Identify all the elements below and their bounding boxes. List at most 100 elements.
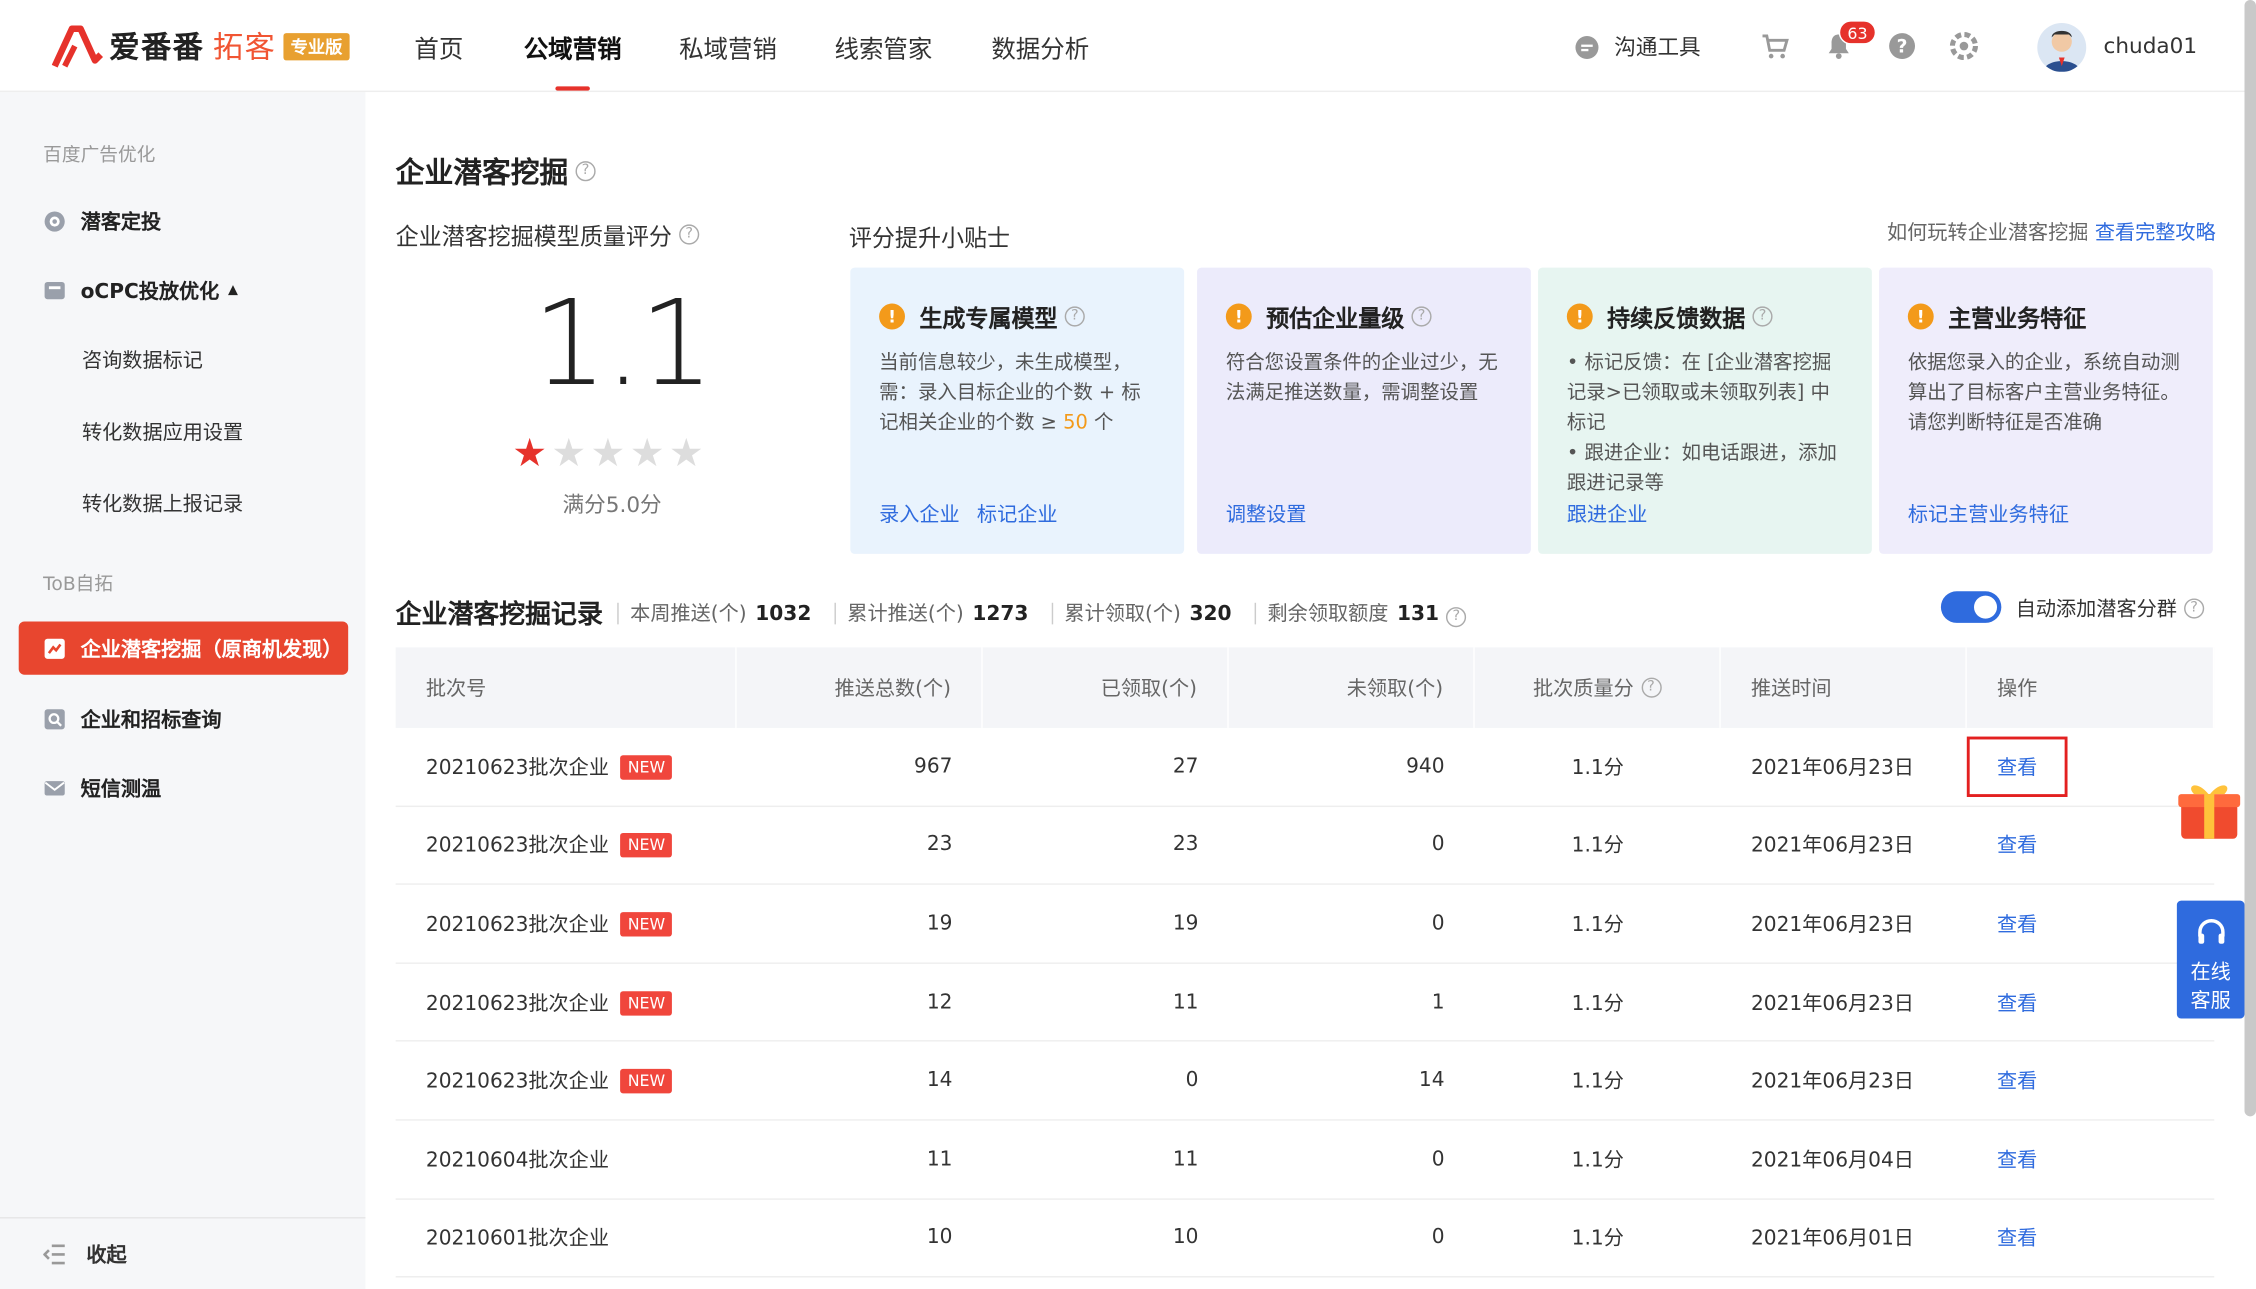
cell-total: 11 — [926, 1147, 953, 1171]
help-circle-icon[interactable]: ? — [679, 224, 700, 245]
cell-unclaimed: 0 — [1431, 1147, 1445, 1171]
help-circle-icon[interactable]: ? — [1446, 607, 1467, 628]
mark-business-feature-link[interactable]: 标记主营业务特征 — [1908, 504, 2069, 527]
help-icon[interactable]: ? — [1888, 32, 1917, 61]
settings-gear-icon[interactable] — [1949, 32, 1979, 61]
sidebar-item-enterprise-query[interactable]: 企业和招标查询 — [43, 705, 222, 734]
batch-name: 20210623批次企业 — [425, 913, 609, 937]
cell-time: 2021年06月23日 — [1750, 834, 1914, 858]
brand-sub: 拓客 — [212, 30, 277, 65]
cell-time: 2021年06月01日 — [1750, 1227, 1914, 1251]
cart-icon[interactable] — [1761, 32, 1790, 61]
main-content: 企业潜客挖掘 ? 企业潜客挖掘模型质量评分 ? 1.1 ★ ★ ★ ★ ★ 满分5.0分… — [365, 92, 2245, 1289]
enter-company-link[interactable]: 录入企业 — [879, 504, 960, 527]
avatar-person-icon — [2043, 30, 2081, 72]
sidebar-item-label: 潜客定投 — [80, 211, 162, 235]
sidebar-sub-consult-mark[interactable]: 咨询数据标记 — [82, 345, 203, 374]
cell-batch: 20210623批次企业 NEW — [396, 909, 737, 938]
page-title: 企业潜客挖掘 ? — [396, 150, 596, 192]
table-row: 20210623批次企业 NEW 967 27 940 1.1分 2021年06月23日 查看 — [395, 728, 2215, 807]
communication-tools[interactable]: 沟通工具 — [1574, 32, 1701, 62]
star-empty-icon: ★ — [629, 431, 665, 477]
help-circle-icon[interactable]: ? — [1411, 306, 1432, 327]
follow-company-link[interactable]: 跟进企业 — [1567, 504, 1648, 527]
sidebar-item-sms-test[interactable]: 短信测温 — [43, 774, 161, 803]
view-link[interactable]: 查看 — [1997, 913, 2037, 936]
cell-quality: 1.1分 — [1571, 913, 1624, 937]
cell-quality: 1.1分 — [1571, 992, 1624, 1016]
tip-card-header: ! 预估企业量级 ? — [1225, 299, 1502, 334]
table-row: 20210623批次企业 NEW 23 23 0 1.1分 2021年06月23日 查看 — [395, 806, 2215, 886]
brand-name: 爱番番 — [109, 30, 205, 65]
star-rating: ★ ★ ★ ★ ★ — [512, 434, 708, 473]
nav-lead-manager[interactable]: 线索管家 — [834, 29, 932, 65]
help-circle-icon[interactable]: ? — [1064, 306, 1085, 327]
help-circle-icon[interactable]: ? — [1752, 306, 1773, 327]
cell-time: 2021年06月04日 — [1750, 1149, 1914, 1173]
sidebar-item-lead-mining[interactable]: 企业潜客挖掘（原商机发现） — [18, 621, 349, 675]
view-link[interactable]: 查看 — [1997, 1071, 2037, 1094]
nav-private-marketing[interactable]: 私域营销 — [679, 29, 777, 65]
warning-icon: ! — [1566, 303, 1593, 330]
guide-link[interactable]: 查看完整攻略 — [2095, 222, 2216, 245]
auto-group-toggle[interactable] — [1940, 591, 2002, 623]
col-claimed: 已领取(个) — [983, 647, 1229, 728]
tip-card-title: 生成专属模型 — [919, 304, 1058, 333]
adjust-settings-link[interactable]: 调整设置 — [1226, 504, 1307, 527]
brand-logo-mark-icon — [51, 25, 104, 68]
cell-total: 967 — [914, 754, 953, 778]
user-avatar[interactable] — [2037, 23, 2087, 72]
cell-time: 2021年06月23日 — [1750, 913, 1914, 937]
nav-data-analysis[interactable]: 数据分析 — [991, 29, 1089, 65]
tip-card-title: 预估企业量级 — [1266, 304, 1405, 333]
mark-company-link[interactable]: 标记企业 — [977, 504, 1058, 527]
online-service-button[interactable]: 在线 客服 — [2176, 900, 2245, 1019]
sidebar-sub-conversion-settings[interactable]: 转化数据应用设置 — [82, 417, 243, 446]
gift-icon[interactable] — [2177, 777, 2242, 842]
table-row: 20210604批次企业 11 11 0 1.1分 2021年06月04日 查看 — [395, 1121, 2215, 1200]
guide-hint: 如何玩转企业潜客挖掘 查看完整攻略 — [1887, 217, 2216, 246]
cell-action: 查看 — [1967, 1223, 2214, 1252]
star-filled-icon: ★ — [512, 431, 548, 477]
stat-value: 131 — [1397, 602, 1440, 626]
view-link[interactable]: 查看 — [1997, 1228, 2037, 1251]
view-link[interactable]: 查看 — [1997, 1149, 2037, 1172]
tip-card-body: • 标记反馈：在 [企业潜客挖掘记录>已领取或未领取列表] 中标记 • 跟进企业… — [1567, 348, 1843, 499]
star-empty-icon: ★ — [668, 431, 704, 477]
new-badge: NEW — [620, 754, 673, 780]
cell-unclaimed: 0 — [1431, 833, 1445, 857]
cell-action: 查看 — [1967, 1066, 2214, 1095]
page-scrollbar[interactable] — [2244, 0, 2256, 1117]
view-link[interactable]: 查看 — [1997, 992, 2037, 1015]
cell-time: 2021年06月23日 — [1750, 992, 1914, 1016]
help-circle-icon[interactable]: ? — [575, 160, 596, 181]
col-time: 推送时间 — [1721, 647, 1967, 728]
nav-public-marketing[interactable]: 公域营销 — [524, 29, 622, 65]
score-title: 企业潜客挖掘模型质量评分 ? — [396, 217, 700, 252]
tip-card-business: ! 主营业务特征 依据您录入的企业，系统自动测算出了目标客户主营业务特征。请您判… — [1879, 267, 2213, 554]
view-link[interactable]: 查看 — [1997, 835, 2037, 858]
help-circle-icon[interactable]: ? — [2184, 598, 2205, 619]
brand-logo[interactable]: 爱番番 拓客 专业版 — [51, 23, 350, 69]
new-badge: NEW — [620, 990, 673, 1016]
page-title-text: 企业潜客挖掘 — [395, 155, 569, 190]
help-circle-icon[interactable]: ? — [1640, 677, 1662, 698]
sidebar-item-ocpc[interactable]: oCPC投放优化 ▲ — [43, 276, 238, 305]
sidebar-collapse-button[interactable]: 收起 — [0, 1217, 366, 1289]
sidebar-item-target-delivery[interactable]: 潜客定投 — [43, 207, 161, 236]
cell-time: 2021年06月23日 — [1750, 1070, 1914, 1094]
nav-active-indicator — [555, 86, 590, 91]
cell-batch: 20210623批次企业 NEW — [396, 1066, 737, 1095]
stat-label: 累计领取(个) — [1064, 602, 1181, 626]
sidebar: 百度广告优化 潜客定投 oCPC投放优化 ▲ 咨询数据标记 转化数据应用设置 转… — [0, 92, 366, 1289]
nav-home[interactable]: 首页 — [414, 29, 463, 65]
new-badge: NEW — [620, 912, 673, 937]
stat-value: 1032 — [755, 602, 812, 626]
sidebar-section-baidu: 百度广告优化 — [43, 145, 156, 167]
tip-card-feedback: ! 持续反馈数据 ? • 标记反馈：在 [企业潜客挖掘记录>已领取或未领取列表]… — [1538, 267, 1872, 554]
cell-quality: 1.1分 — [1571, 834, 1624, 858]
sidebar-sub-conversion-report[interactable]: 转化数据上报记录 — [82, 489, 243, 518]
stat-label: 累计推送(个) — [847, 602, 964, 626]
username[interactable]: chuda01 — [2103, 33, 2197, 59]
tip-card-title: 持续反馈数据 — [1607, 304, 1746, 333]
